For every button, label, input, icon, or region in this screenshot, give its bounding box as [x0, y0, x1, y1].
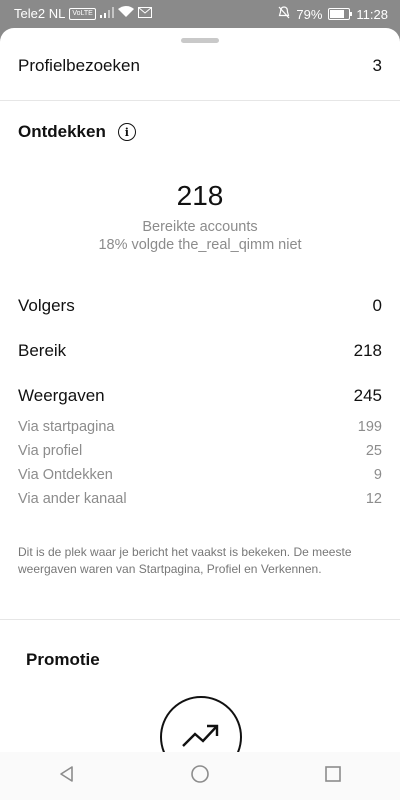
- stat-row-followers: Volgers 0: [18, 296, 382, 316]
- signal-icon: [99, 6, 114, 21]
- nav-home-button[interactable]: [180, 756, 220, 796]
- sheet-drag-handle[interactable]: [181, 38, 219, 43]
- wifi-icon: [117, 6, 134, 21]
- back-icon: [58, 765, 76, 788]
- discover-header: Ontdekken i: [18, 122, 136, 142]
- stat-value: 245: [353, 386, 382, 405]
- volte-badge: VoLTE: [69, 7, 96, 20]
- reach-note: 18% volgde the_real_qimm niet: [98, 237, 302, 253]
- breakdown-value: 12: [365, 491, 382, 507]
- stat-value: 218: [353, 341, 382, 360]
- reach-summary: 218 Bereikte accounts 18% volgde the_rea…: [0, 180, 400, 254]
- status-bar: Tele2 NL VoLTE 79% 11:28: [0, 0, 400, 28]
- breakdown-label: Via profiel: [18, 443, 83, 459]
- trending-up-icon: [181, 722, 221, 753]
- stat-label: Weergaven: [18, 386, 105, 405]
- profile-visits-row: Profielbezoeken 3: [18, 56, 382, 76]
- reach-number: 218: [176, 180, 224, 211]
- promotion-title: Promotie: [26, 650, 100, 669]
- breakdown-row: Via ander kanaal 12: [18, 491, 382, 507]
- discover-title: Ontdekken: [18, 122, 106, 141]
- breakdown-value: 25: [365, 443, 382, 459]
- divider: [0, 619, 400, 620]
- nav-recents-button[interactable]: [313, 756, 353, 796]
- battery-percent: 79%: [296, 6, 323, 22]
- reach-label: Bereikte accounts: [142, 219, 258, 235]
- insights-sheet[interactable]: Profielbezoeken 3 Ontdekken i 218 Bereik…: [0, 28, 400, 800]
- breakdown-label: Via startpagina: [18, 419, 115, 435]
- info-icon[interactable]: i: [117, 123, 136, 141]
- nav-back-button[interactable]: [47, 756, 87, 796]
- breakdown-label: Via ander kanaal: [18, 491, 127, 507]
- divider: [0, 100, 400, 101]
- clock: 11:28: [356, 6, 388, 22]
- breakdown-row: Via profiel 25: [18, 443, 382, 459]
- status-right: 79% 11:28: [278, 6, 388, 22]
- stat-label: Volgers: [18, 296, 75, 315]
- silent-bell-icon: [278, 6, 290, 22]
- recents-icon: [324, 765, 342, 788]
- stat-label: Bereik: [18, 341, 67, 360]
- system-nav-bar: [0, 752, 400, 800]
- stat-row-reach: Bereik 218: [18, 341, 382, 361]
- stat-value: 0: [372, 296, 382, 315]
- mail-icon: [137, 6, 152, 21]
- home-icon: [190, 764, 210, 789]
- stat-row-views: Weergaven 245: [18, 386, 382, 406]
- carrier-label: Tele2 NL: [14, 6, 66, 21]
- breakdown-label: Via Ontdekken: [18, 467, 113, 483]
- breakdown-row: Via Ontdekken 9: [18, 467, 382, 483]
- views-note: Dit is de plek waar je bericht het vaaks…: [18, 545, 352, 576]
- battery-icon: [328, 8, 353, 20]
- breakdown-value: 199: [357, 419, 382, 435]
- breakdown-row: Via startpagina 199: [18, 419, 382, 435]
- breakdown-value: 9: [373, 467, 382, 483]
- status-left: Tele2 NL VoLTE: [14, 6, 152, 21]
- profile-visits-value: 3: [372, 56, 382, 75]
- profile-visits-label: Profielbezoeken: [18, 56, 140, 75]
